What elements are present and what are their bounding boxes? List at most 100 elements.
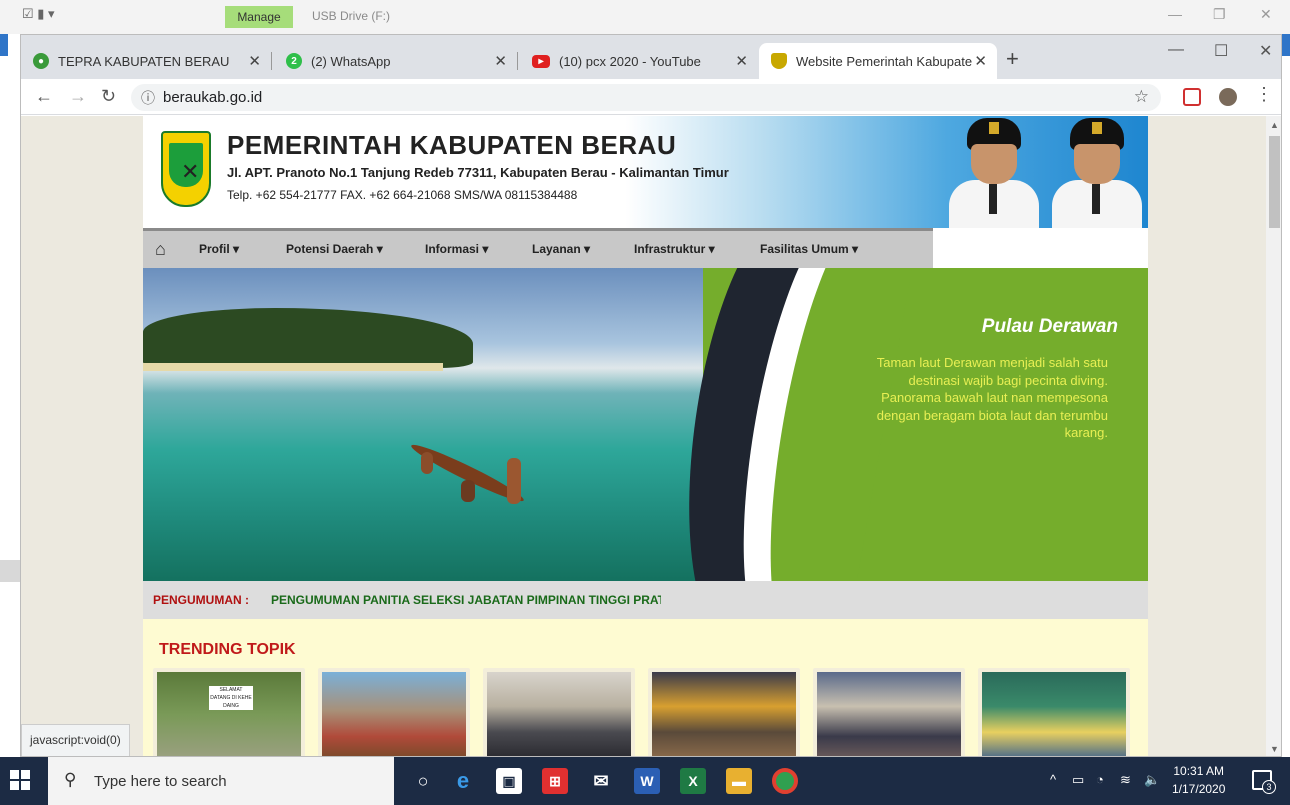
slide-title: Pulau Derawan bbox=[981, 316, 1118, 337]
close-tab-icon[interactable]: ✕ bbox=[974, 52, 987, 70]
tab-youtube[interactable]: ▸ (10) pcx 2020 - YouTube ✕ bbox=[520, 43, 758, 79]
ribbon-tab-manage[interactable]: Manage bbox=[225, 6, 293, 28]
chrome-icon[interactable] bbox=[772, 768, 798, 794]
explorer-window-title: USB Drive (F:) bbox=[312, 9, 390, 23]
back-icon[interactable]: ← bbox=[35, 86, 53, 107]
excel-icon[interactable]: X bbox=[680, 768, 706, 794]
new-tab-icon[interactable]: + bbox=[1006, 46, 1019, 72]
hero-slider[interactable]: Pulau Derawan Taman laut Derawan menjadi… bbox=[143, 268, 1148, 581]
taskbar-search-box[interactable]: ⚲ Type here to search bbox=[48, 757, 394, 805]
windows-start-icon[interactable] bbox=[10, 770, 30, 790]
website: ✕ PEMERINTAH KABUPATEN BERAU Jl. APT. Pr… bbox=[143, 116, 1148, 756]
close-tab-icon[interactable]: ✕ bbox=[248, 52, 261, 70]
wireless-icon[interactable]: ≋ bbox=[1120, 772, 1131, 788]
wifi-icon[interactable]: ◔ bbox=[1096, 772, 1104, 787]
announcement-label: PENGUMUMAN : bbox=[153, 593, 249, 607]
page-viewport: ✕ PEMERINTAH KABUPATEN BERAU Jl. APT. Pr… bbox=[21, 116, 1281, 756]
tab-title: Website Pemerintah Kabupaten B bbox=[796, 53, 972, 69]
trending-item[interactable] bbox=[813, 668, 965, 756]
announcement-bar: PENGUMUMAN : PENGUMUMAN PANITIA SELEKSI … bbox=[143, 581, 1148, 619]
status-url: javascript:void(0) bbox=[21, 724, 130, 756]
slide-description: Taman laut Derawan menjadi salah satu de… bbox=[876, 355, 1108, 440]
site-contact: Telp. +62 554-21777 FAX. +62 664-21068 S… bbox=[227, 188, 578, 202]
cortana-icon[interactable]: ○ bbox=[410, 768, 436, 794]
tab-whatsapp[interactable]: 2 (2) WhatsApp ✕ bbox=[274, 43, 517, 79]
mail-icon[interactable]: ✉ bbox=[588, 768, 614, 794]
trending-item[interactable] bbox=[978, 668, 1130, 756]
youtube-icon: ▸ bbox=[532, 54, 550, 68]
berau-logo[interactable]: ✕ bbox=[161, 131, 211, 207]
page-scrollbar[interactable]: ▲ ▼ bbox=[1266, 116, 1281, 756]
reload-icon[interactable]: ↻ bbox=[101, 86, 116, 107]
pocket-extension-icon[interactable] bbox=[1183, 88, 1201, 106]
tab-website-pemerintah[interactable]: Website Pemerintah Kabupaten B ✕ bbox=[759, 43, 997, 79]
word-icon[interactable]: W bbox=[634, 768, 660, 794]
scroll-up-icon[interactable]: ▲ bbox=[1270, 120, 1279, 130]
menu-kebab-icon[interactable]: ⋮ bbox=[1255, 84, 1273, 105]
announcement-ticker[interactable]: PENGUMUMAN PANITIA SELEKSI JABATAN PIMPI… bbox=[271, 593, 661, 607]
trending-section: TRENDING TOPIK SELAMAT DATANG DI KEHE DA… bbox=[143, 619, 1148, 756]
quick-access-toolbar[interactable]: ☑ ▮ ▾ bbox=[22, 6, 55, 22]
forward-icon[interactable]: → bbox=[69, 86, 87, 107]
maximize-icon[interactable]: ☐ bbox=[1214, 41, 1228, 61]
background-window-edge bbox=[1282, 34, 1290, 56]
close-icon[interactable]: ✕ bbox=[1260, 6, 1272, 23]
taskbar-clock[interactable]: 10:31 AM 1/17/2020 bbox=[1172, 762, 1225, 798]
official-portrait bbox=[1046, 116, 1148, 228]
restore-icon[interactable]: ❐ bbox=[1213, 6, 1226, 23]
trending-item[interactable] bbox=[318, 668, 470, 756]
minimize-icon[interactable]: — bbox=[1168, 41, 1184, 59]
home-icon[interactable]: ⌂ bbox=[155, 239, 166, 260]
tab-title: TEPRA KABUPATEN BERAU bbox=[58, 53, 230, 69]
store-icon[interactable]: ▣ bbox=[496, 768, 522, 794]
network-icon[interactable]: ▭ bbox=[1072, 772, 1084, 788]
background-window-edge bbox=[0, 34, 8, 56]
scrollbar-thumb[interactable] bbox=[1269, 136, 1280, 228]
clock-time: 10:31 AM bbox=[1173, 764, 1225, 778]
close-tab-icon[interactable]: ✕ bbox=[494, 52, 507, 70]
welcome-sign: SELAMAT DATANG DI KEHE DAING bbox=[209, 686, 253, 710]
nav-item-infrastruktur[interactable]: Infrastruktur ▾ bbox=[634, 242, 715, 256]
volume-icon[interactable]: 🔈 bbox=[1144, 772, 1160, 788]
windows-taskbar: ⚲ Type here to search ○ e ▣ ⊞ ✉ W X ▬ ^ … bbox=[0, 757, 1290, 805]
url-text[interactable]: beraukab.go.id bbox=[163, 89, 262, 106]
address-bar[interactable]: ⓘ beraukab.go.id ☆ bbox=[131, 84, 1161, 111]
bookmark-star-icon[interactable]: ☆ bbox=[1134, 87, 1149, 107]
notification-count: 3 bbox=[1262, 780, 1276, 794]
gift-icon[interactable]: ⊞ bbox=[542, 768, 568, 794]
tab-title: (10) pcx 2020 - YouTube bbox=[559, 53, 701, 69]
tepra-favicon: ● bbox=[33, 53, 49, 69]
official-portrait bbox=[943, 116, 1045, 228]
nav-item-profil[interactable]: Profil ▾ bbox=[199, 242, 239, 256]
nav-item-layanan[interactable]: Layanan ▾ bbox=[532, 242, 590, 256]
file-explorer-titlebar: ☑ ▮ ▾ Manage USB Drive (F:) — ❐ ✕ bbox=[0, 0, 1290, 34]
derawan-photo bbox=[143, 268, 703, 581]
close-icon[interactable]: ✕ bbox=[1259, 41, 1272, 61]
trending-item[interactable] bbox=[648, 668, 800, 756]
search-icon: ⚲ bbox=[64, 770, 77, 789]
tab-tepra[interactable]: ● TEPRA KABUPATEN BERAU ✕ bbox=[21, 43, 271, 79]
nav-item-fasilitas-umum[interactable]: Fasilitas Umum ▾ bbox=[760, 242, 858, 256]
site-address: Jl. APT. Pranoto No.1 Tanjung Redeb 7731… bbox=[227, 165, 729, 180]
browser-toolbar: ← → ↻ ⓘ beraukab.go.id ☆ ⋮ bbox=[21, 79, 1281, 115]
minimize-icon[interactable]: — bbox=[1168, 6, 1182, 22]
main-nav: ⌂ Profil ▾ Potensi Daerah ▾ Informasi ▾ … bbox=[143, 228, 933, 268]
nav-item-informasi[interactable]: Informasi ▾ bbox=[425, 242, 488, 256]
info-icon[interactable]: ⓘ bbox=[141, 88, 155, 108]
trending-item[interactable]: SELAMAT DATANG DI KEHE DAING bbox=[153, 668, 305, 756]
file-explorer-icon[interactable]: ▬ bbox=[726, 768, 752, 794]
edge-icon[interactable]: e bbox=[450, 768, 476, 794]
trending-title: TRENDING TOPIK bbox=[159, 641, 296, 658]
tray-chevron-icon[interactable]: ^ bbox=[1050, 772, 1056, 787]
tab-separator bbox=[517, 52, 518, 70]
berau-crest-icon bbox=[771, 53, 787, 69]
scroll-down-icon[interactable]: ▼ bbox=[1270, 744, 1279, 754]
trending-item[interactable] bbox=[483, 668, 635, 756]
clock-date: 1/17/2020 bbox=[1172, 782, 1226, 796]
tab-title: (2) WhatsApp bbox=[311, 53, 391, 69]
action-center-icon[interactable]: 3 bbox=[1252, 770, 1276, 794]
profile-avatar[interactable] bbox=[1219, 88, 1237, 106]
site-title: PEMERINTAH KABUPATEN BERAU bbox=[227, 130, 677, 160]
close-tab-icon[interactable]: ✕ bbox=[735, 52, 748, 70]
nav-item-potensi-daerah[interactable]: Potensi Daerah ▾ bbox=[286, 242, 383, 256]
